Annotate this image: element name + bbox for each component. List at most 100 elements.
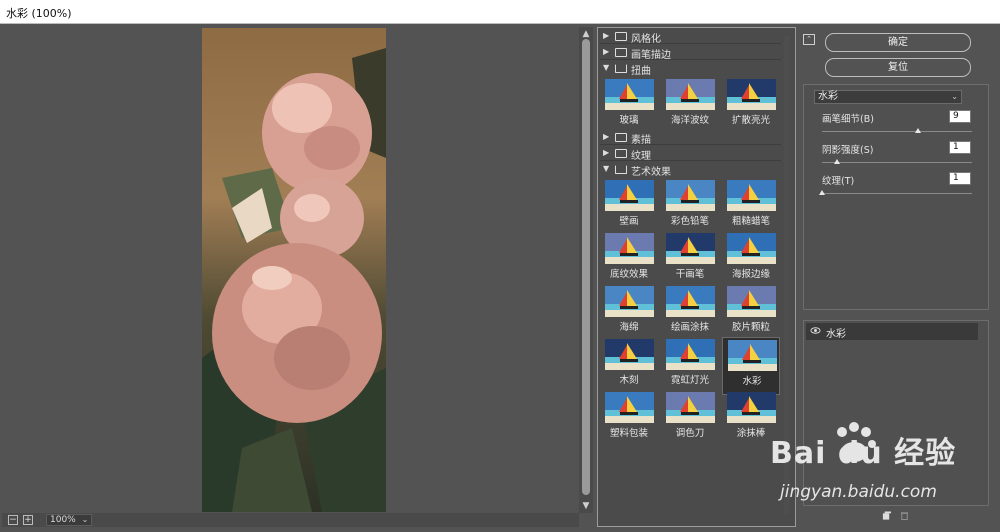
param-value-field[interactable]: 1 (949, 172, 971, 185)
collapse-arrow-icon[interactable]: ▼ (603, 164, 609, 173)
filter-thumbnail-image (605, 233, 654, 264)
filter-thumbnail-label: 海洋波纹 (670, 115, 709, 126)
slider-handle[interactable] (834, 159, 840, 164)
filter-thumbnail-label: 木刻 (619, 375, 639, 386)
folder-stylize[interactable]: ▶ 风格化 (600, 30, 781, 45)
param-label: 纹理(T) (822, 176, 855, 187)
filter-thumbnail-frame (666, 286, 715, 317)
open-folder-icon (615, 64, 627, 73)
filter-thumbnail[interactable]: 干画笔 (661, 231, 719, 289)
param-value-field[interactable]: 1 (949, 141, 971, 154)
collapse-arrow-icon[interactable]: ▼ (603, 63, 609, 72)
param-slider[interactable] (819, 190, 972, 195)
filter-thumbnail-label: 调色刀 (675, 428, 705, 439)
filter-thumbnail-frame (605, 180, 654, 211)
filter-thumbnail-image (605, 286, 654, 317)
folder-distort[interactable]: ▼ 扭曲 (600, 62, 781, 77)
expand-arrow-icon[interactable]: ▶ (603, 31, 609, 40)
watermark-brand: Bai du 经验 (770, 436, 957, 471)
folder-brush-strokes[interactable]: ▶ 画笔描边 (600, 46, 781, 61)
filter-thumbnail[interactable]: 彩色铅笔 (661, 178, 719, 236)
filter-thumbnail-frame (727, 79, 776, 110)
filter-thumbnail-frame (605, 79, 654, 110)
filter-thumbnail[interactable]: 海洋波纹 (661, 77, 719, 135)
filter-thumbnail-image (727, 79, 776, 110)
filter-thumbnail[interactable]: 调色刀 (661, 390, 719, 448)
expand-arrow-icon[interactable]: ▶ (603, 148, 609, 157)
filter-thumbnail-image (666, 180, 715, 211)
preview-scroll-thumb[interactable] (582, 39, 590, 495)
filter-thumbnail[interactable]: 壁画 (600, 178, 658, 236)
reset-button[interactable]: 复位 (825, 58, 971, 77)
zoom-in-button[interactable]: + (23, 515, 33, 525)
filter-thumbnail-frame (666, 180, 715, 211)
filter-thumbnail[interactable]: 塑料包装 (600, 390, 658, 448)
scroll-down-icon[interactable]: ▼ (581, 501, 591, 511)
filter-thumbnail[interactable]: 霓虹灯光 (661, 337, 719, 395)
filter-thumbnail-image (727, 286, 776, 317)
filter-thumbnail-frame (666, 233, 715, 264)
collapse-gallery-icon[interactable]: ⌃ (803, 34, 815, 45)
expand-arrow-icon[interactable]: ▶ (603, 47, 609, 56)
filter-thumbnail-label: 干画笔 (675, 269, 705, 280)
filter-thumbnail-frame (666, 392, 715, 423)
filter-thumbnail[interactable]: 粗糙蜡笔 (722, 178, 780, 236)
filter-thumbnail[interactable]: 底纹效果 (600, 231, 658, 289)
filter-select[interactable]: 水彩 ⌄ (814, 90, 962, 104)
folder-icon (615, 149, 627, 158)
filter-thumbnail[interactable]: 木刻 (600, 337, 658, 395)
filter-thumbnail-frame (727, 286, 776, 317)
param-value-field[interactable]: 9 (949, 110, 971, 123)
filter-thumbnail[interactable]: 胶片颗粒 (722, 284, 780, 342)
filter-thumbnail[interactable]: 玻璃 (600, 77, 658, 135)
window-title: 水彩 (100%) (6, 7, 72, 20)
filter-thumbnail-frame (605, 339, 654, 370)
zoom-dropdown-icon[interactable]: ⌄ (78, 514, 92, 526)
filter-thumbnail-label: 粗糙蜡笔 (731, 216, 770, 227)
preview-scrollbar[interactable]: ▲ ▼ (579, 27, 593, 513)
param-slider[interactable] (822, 128, 972, 133)
slider-handle[interactable] (915, 128, 921, 133)
filter-thumbnail-label: 水彩 (742, 376, 762, 387)
param-slider[interactable] (822, 159, 972, 164)
filter-thumbnail-label: 彩色铅笔 (670, 216, 709, 227)
filter-thumbnail-frame (727, 392, 776, 423)
effect-layer-name: 水彩 (826, 329, 846, 340)
scroll-up-icon[interactable]: ▲ (581, 29, 591, 39)
filter-thumbnail[interactable]: 绘画涂抹 (661, 284, 719, 342)
filter-thumbnail-label: 玻璃 (619, 115, 639, 126)
filter-thumbnail-image (666, 392, 715, 423)
filter-thumbnail-image (727, 180, 776, 211)
filter-thumbnail-image (727, 392, 776, 423)
preview-area[interactable] (2, 27, 579, 513)
filter-thumbnail-image (666, 339, 715, 370)
slider-handle[interactable] (819, 190, 825, 195)
zoom-bar: − + 100% ⌄ (2, 513, 579, 527)
chevron-down-icon: ⌄ (951, 92, 958, 101)
filter-thumbnail-image (605, 180, 654, 211)
filter-thumbnail-image (666, 286, 715, 317)
filter-thumbnail[interactable]: 扩散亮光 (722, 77, 780, 135)
filter-thumbnail[interactable]: 水彩 (722, 337, 780, 395)
effect-layer-row[interactable]: 水彩 (806, 323, 978, 340)
filter-thumbnail-label: 壁画 (619, 216, 639, 227)
folder-texture[interactable]: ▶ 纹理 (600, 147, 781, 162)
filter-thumbnail-label: 扩散亮光 (731, 115, 770, 126)
filter-thumbnail-frame (728, 340, 777, 371)
filter-thumbnail[interactable]: 海报边缘 (722, 231, 780, 289)
filter-thumbnail-label: 底纹效果 (609, 269, 648, 280)
filter-settings-panel: 水彩 ⌄ 画笔细节(B) 9 阴影强度(S) 1 纹理(T) 1 (803, 84, 989, 310)
filter-thumbnail-label: 绘画涂抹 (670, 322, 709, 333)
filter-thumbnail-image (666, 233, 715, 264)
filter-thumbnail-frame (727, 180, 776, 211)
window-title-bar: 水彩 (100%) (0, 0, 1000, 24)
filter-thumbnail-image (727, 233, 776, 264)
folder-artistic[interactable]: ▼ 艺术效果 (600, 163, 781, 178)
ok-button[interactable]: 确定 (825, 33, 971, 52)
zoom-out-button[interactable]: − (8, 515, 18, 525)
filter-thumbnail[interactable]: 海绵 (600, 284, 658, 342)
watermark-url: jingyan.baidu.com (780, 482, 937, 502)
filter-thumbnail-image (605, 79, 654, 110)
visibility-eye-icon[interactable] (810, 325, 821, 336)
filter-thumbnail-frame (605, 392, 654, 423)
